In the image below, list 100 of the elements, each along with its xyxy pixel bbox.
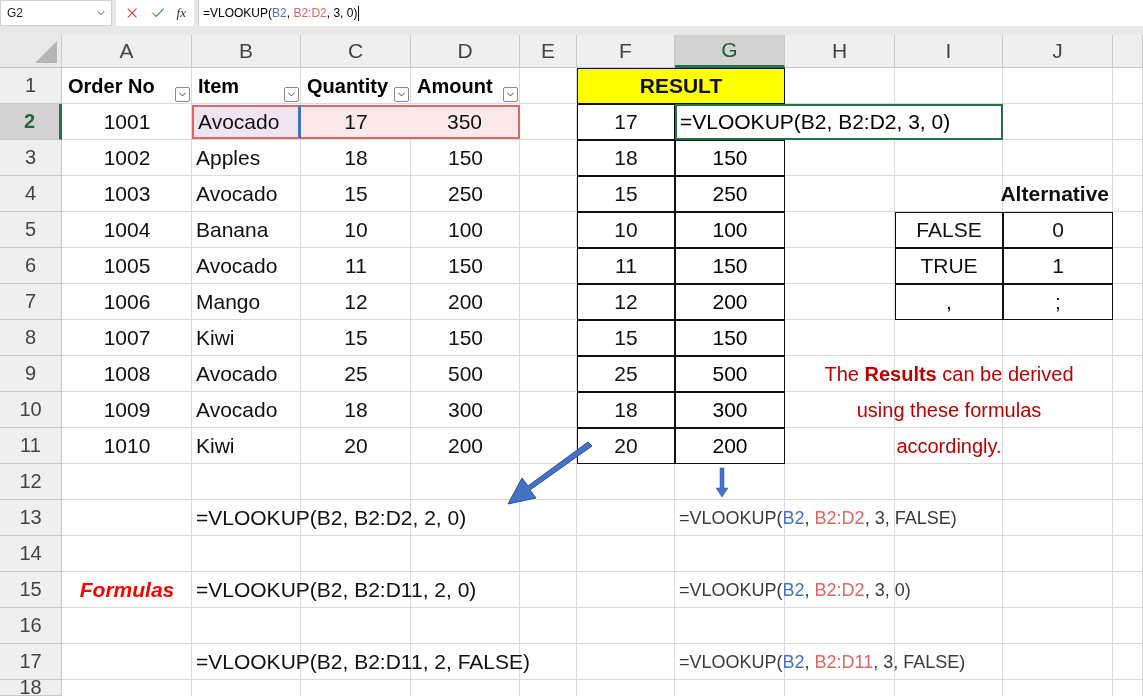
table-cell-text: Banana bbox=[195, 217, 270, 243]
table-cell-text: 200 bbox=[446, 433, 484, 459]
table-cell: 150 bbox=[675, 248, 785, 284]
table-cell-text: Kiwi bbox=[195, 433, 236, 459]
table-cell: 20 bbox=[577, 428, 675, 464]
filter-button[interactable] bbox=[284, 87, 299, 102]
table-cell: 15 bbox=[577, 320, 675, 356]
row-header[interactable]: 1 bbox=[0, 68, 62, 104]
table-cell-text: 1006 bbox=[102, 289, 152, 315]
table-cell-text: 300 bbox=[446, 397, 484, 423]
table-cell: 18 bbox=[577, 392, 675, 428]
filter-button[interactable] bbox=[503, 87, 518, 102]
column-header[interactable]: B bbox=[192, 35, 301, 68]
note-text: The Results can be derived using these formulas accordingly. bbox=[823, 362, 1075, 459]
table-cell-text: 15 bbox=[343, 325, 369, 351]
table-cell: 200 bbox=[675, 284, 785, 320]
table-cell: 200 bbox=[675, 428, 785, 464]
column-title: Quantity bbox=[307, 74, 389, 98]
table-cell: 100 bbox=[675, 212, 785, 248]
table-cell-text: 1010 bbox=[102, 433, 152, 459]
table-cell-text: 15 bbox=[343, 181, 369, 207]
table-cell: 350 bbox=[411, 105, 520, 139]
row-header[interactable]: 13 bbox=[0, 500, 62, 536]
row-header[interactable]: 11 bbox=[0, 428, 62, 464]
table-cell: 17 bbox=[577, 104, 675, 140]
table-cell: 18 bbox=[577, 140, 675, 176]
column-header[interactable]: A bbox=[62, 35, 192, 68]
formula-text: =VLOOKUP(B2, B2:D11, 3, FALSE) bbox=[678, 650, 967, 674]
alternative-title: Alternative bbox=[999, 181, 1110, 207]
row-header[interactable]: 18 bbox=[0, 680, 62, 696]
table-cell: 150 bbox=[675, 140, 785, 176]
row-header[interactable]: 4 bbox=[0, 176, 62, 212]
table-cell: 1 bbox=[1003, 248, 1113, 284]
column-header[interactable]: F bbox=[577, 35, 675, 68]
table-cell-text: 150 bbox=[446, 253, 484, 279]
formula-text: =VLOOKUP(B2, B2:D11, 2, 0) bbox=[195, 577, 478, 603]
column-header[interactable]: D bbox=[411, 35, 520, 68]
table-cell-text: 1008 bbox=[102, 361, 152, 387]
formulas-label: Formulas bbox=[78, 577, 176, 603]
table-cell: 0 bbox=[1003, 212, 1113, 248]
row-header[interactable]: 14 bbox=[0, 536, 62, 572]
table-cell-text: 150 bbox=[446, 145, 484, 171]
table-cell: 11 bbox=[577, 248, 675, 284]
row-header[interactable]: 9 bbox=[0, 356, 62, 392]
table-cell-text: 500 bbox=[446, 361, 484, 387]
column-title: Order No bbox=[68, 74, 155, 98]
column-header[interactable]: I bbox=[895, 35, 1003, 68]
table-cell-text: 1001 bbox=[102, 109, 152, 135]
table-cell: 17 bbox=[301, 105, 411, 139]
row-header[interactable]: 17 bbox=[0, 644, 62, 680]
table-cell-text: 12 bbox=[343, 289, 369, 315]
row-header[interactable]: 2 bbox=[0, 104, 62, 140]
row-header[interactable]: 7 bbox=[0, 284, 62, 320]
table-cell-text: 18 bbox=[343, 145, 369, 171]
result-title: RESULT bbox=[577, 68, 785, 104]
table-cell-text: 18 bbox=[343, 397, 369, 423]
name-box[interactable]: G2 bbox=[0, 0, 112, 26]
formula-text: =VLOOKUP(B2, B2:D2, 3, FALSE) bbox=[678, 506, 958, 530]
table-cell-text: 1004 bbox=[102, 217, 152, 243]
table-cell-text: 1007 bbox=[102, 325, 152, 351]
table-cell: TRUE bbox=[895, 248, 1003, 284]
down-arrow bbox=[716, 468, 728, 497]
column-header[interactable]: G bbox=[675, 35, 785, 68]
table-cell-text: 20 bbox=[343, 433, 369, 459]
table-cell-text: 1003 bbox=[102, 181, 152, 207]
table-cell-text: 250 bbox=[446, 181, 484, 207]
column-title: Amount bbox=[417, 74, 493, 98]
table-cell: 250 bbox=[675, 176, 785, 212]
row-header[interactable]: 3 bbox=[0, 140, 62, 176]
insert-function-button[interactable]: fx bbox=[176, 5, 186, 21]
row-header[interactable]: 5 bbox=[0, 212, 62, 248]
row-header[interactable]: 6 bbox=[0, 248, 62, 284]
table-cell-text: 1009 bbox=[102, 397, 152, 423]
active-cell-editor[interactable]: =VLOOKUP(B2, B2:D2, 3, 0) bbox=[675, 104, 1003, 140]
table-cell-text: 1005 bbox=[102, 253, 152, 279]
filter-button[interactable] bbox=[394, 87, 409, 102]
column-header[interactable]: J bbox=[1003, 35, 1113, 68]
row-header[interactable]: 12 bbox=[0, 464, 62, 500]
row-header[interactable]: 15 bbox=[0, 572, 62, 608]
column-header[interactable]: C bbox=[301, 35, 411, 68]
column-header[interactable]: E bbox=[520, 35, 577, 68]
table-cell-text: Avocado bbox=[195, 397, 279, 423]
table-cell: 25 bbox=[577, 356, 675, 392]
table-cell-text: 11 bbox=[344, 253, 368, 279]
filter-button[interactable] bbox=[175, 87, 190, 102]
formula-text: =VLOOKUP(B2, B2:D11, 2, FALSE) bbox=[195, 649, 531, 675]
table-cell-text: Kiwi bbox=[195, 325, 236, 351]
table-cell: FALSE bbox=[895, 212, 1003, 248]
formula-text: =VLOOKUP(B2, B2:D2, 3, 0) bbox=[678, 578, 912, 602]
table-cell: , bbox=[895, 284, 1003, 320]
column-header[interactable]: H bbox=[785, 35, 895, 68]
table-cell-text: 150 bbox=[446, 325, 484, 351]
table-cell-text: Mango bbox=[195, 289, 262, 315]
table-cell-text: 10 bbox=[343, 217, 369, 243]
row-header[interactable]: 8 bbox=[0, 320, 62, 356]
formula-bar[interactable]: =VLOOKUP(B2, B2:D2, 3, 0) bbox=[198, 0, 1143, 26]
table-cell: 300 bbox=[675, 392, 785, 428]
row-header[interactable]: 10 bbox=[0, 392, 62, 428]
row-header[interactable]: 16 bbox=[0, 608, 62, 644]
formula-text: =VLOOKUP(B2, B2:D2, 2, 0) bbox=[195, 505, 468, 531]
